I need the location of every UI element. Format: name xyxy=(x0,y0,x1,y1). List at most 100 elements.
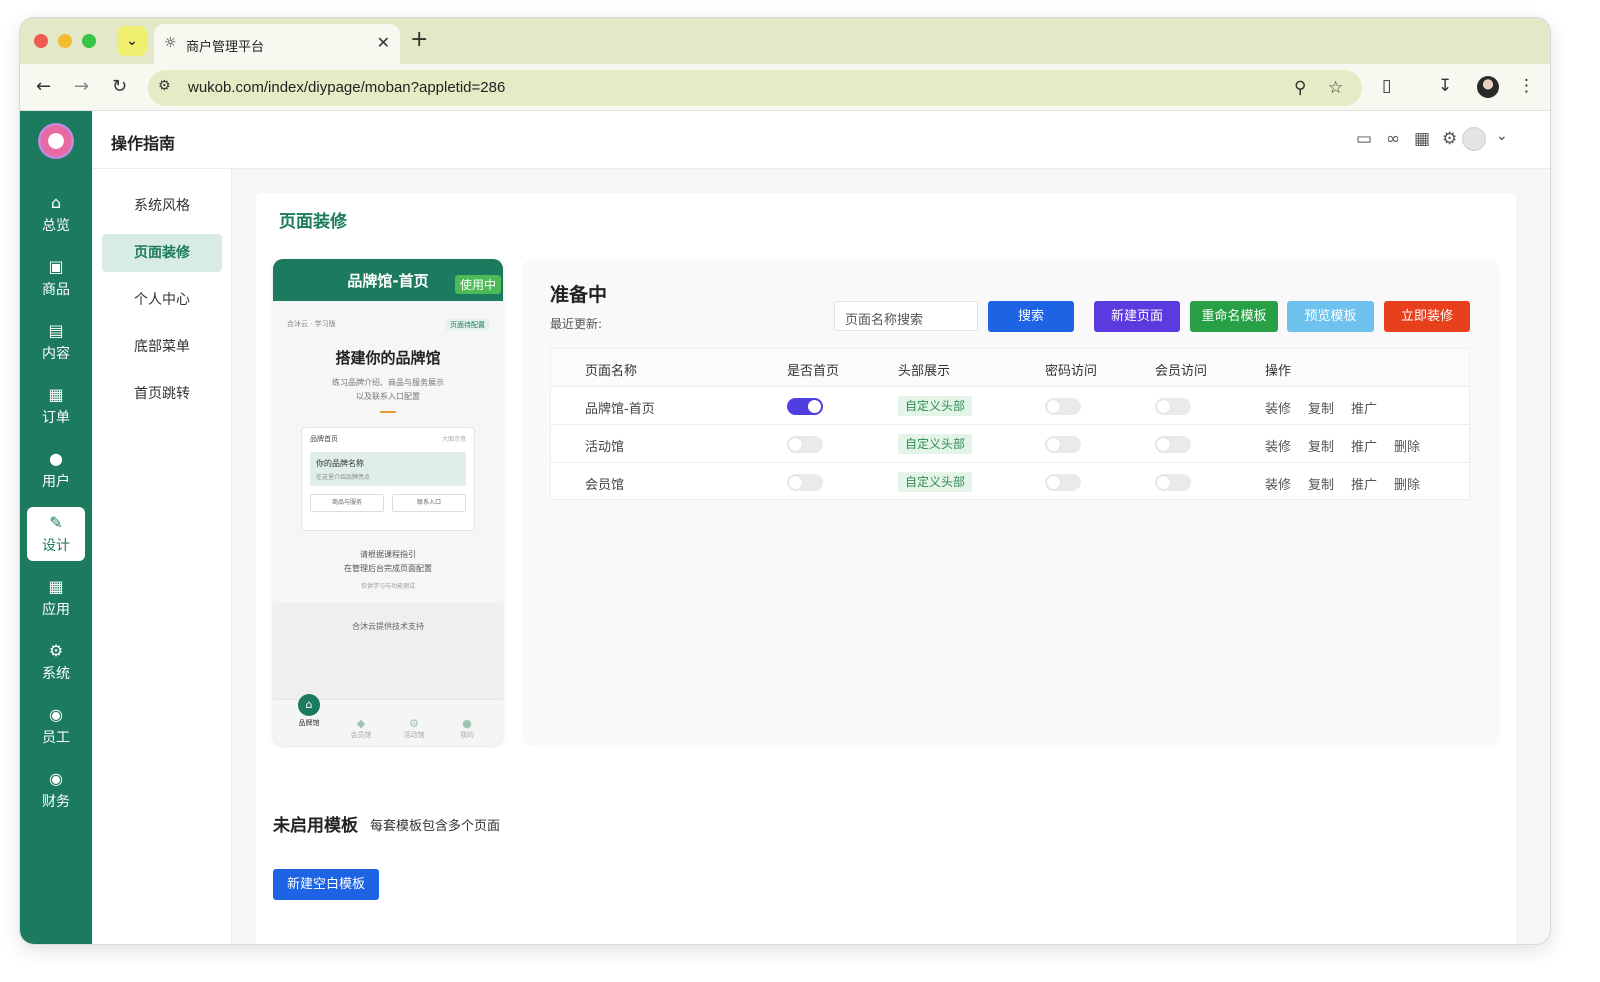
preview-brand-block: 你的品牌名称 在这里介绍品牌亮点 xyxy=(310,452,466,486)
copy-link[interactable]: 复制 xyxy=(1308,398,1334,417)
back-icon[interactable]: ← xyxy=(36,76,51,97)
settings-gear-icon[interactable]: ⚙ xyxy=(1442,129,1457,149)
preview-body: 合沐云 · 学习版 页面待配置 搭建你的品牌馆 练习品牌介绍、商品与服务展示 以… xyxy=(273,301,503,603)
preview-tab-label: 我的 xyxy=(460,731,474,739)
delete-link[interactable]: 删除 xyxy=(1394,436,1420,455)
promote-link[interactable]: 推广 xyxy=(1351,436,1377,455)
download-icon[interactable]: ↧ xyxy=(1438,76,1452,96)
user-icon: ● xyxy=(49,449,63,468)
password-access-toggle[interactable] xyxy=(1045,398,1081,415)
page-name-search-input[interactable]: 页面名称搜索 xyxy=(834,301,978,331)
minimize-window-button[interactable] xyxy=(58,34,72,48)
folder-icon[interactable]: ▭ xyxy=(1356,129,1372,149)
sidebar-item-system[interactable]: ⚙ 系统 xyxy=(27,635,85,689)
member-access-toggle[interactable] xyxy=(1155,436,1191,453)
preview-card-header-right: 大图示意 xyxy=(441,436,466,443)
copy-link[interactable]: 复制 xyxy=(1308,436,1334,455)
apps-grid-icon[interactable]: ▦ xyxy=(1414,129,1430,149)
main-sidebar: ⌂ 总览 ▣ 商品 ▤ 内容 ▦ 订单 ● 用户 ✎ 设计 ▦ 应用 ⚙ 系统 … xyxy=(20,111,92,944)
chevron-down-icon[interactable]: ⌄ xyxy=(1496,128,1508,144)
sidebar-item-staff[interactable]: ◉ 员工 xyxy=(27,699,85,753)
col-member-access: 会员访问 xyxy=(1155,364,1208,379)
preview-desc-1: 练习品牌介绍、商品与服务展示 xyxy=(332,378,444,387)
new-page-button[interactable]: 新建页面 xyxy=(1094,301,1180,332)
menu-dots-icon[interactable]: ⋮ xyxy=(1518,76,1535,96)
copy-link[interactable]: 复制 xyxy=(1308,474,1334,493)
password-access-toggle[interactable] xyxy=(1045,474,1081,491)
header-tag: 自定义头部 xyxy=(898,396,973,416)
preview-tabbar: ⌂ 品牌馆 ◆ 会员馆 ⚙ 活动馆 ● 我的 xyxy=(273,694,503,745)
tab-strip: ⌄ ☼ 商户管理平台 ✕ + xyxy=(20,18,1550,64)
member-access-toggle[interactable] xyxy=(1155,398,1191,415)
sidebar-item-orders[interactable]: ▦ 订单 xyxy=(27,379,85,433)
preview-brand-sub: 在这里介绍品牌亮点 xyxy=(316,474,371,481)
page-guide-title[interactable]: 操作指南 xyxy=(111,130,175,154)
profile-avatar[interactable] xyxy=(1477,76,1499,98)
preview-divider xyxy=(380,411,396,413)
lock-icon: ◉ xyxy=(49,705,63,724)
sidebar-item-apps[interactable]: ▦ 应用 xyxy=(27,571,85,625)
address-bar[interactable]: ⚙ wukob.com/index/diypage/moban?appletid… xyxy=(148,70,1362,106)
browser-toolbar: ← → ↻ ⚙ wukob.com/index/diypage/moban?ap… xyxy=(20,64,1550,111)
preview-tab-label: 品牌馆 xyxy=(298,719,320,727)
unused-templates-subtitle: 每套模板包含多个页面 xyxy=(370,819,501,834)
sidebar-item-content[interactable]: ▤ 内容 xyxy=(27,315,85,369)
maximize-window-button[interactable] xyxy=(82,34,96,48)
zoom-icon[interactable]: ⚲ xyxy=(1294,78,1306,98)
password-access-toggle[interactable] xyxy=(1045,436,1081,453)
sidebar-item-design[interactable]: ✎ 设计 xyxy=(27,507,85,561)
delete-link[interactable]: 删除 xyxy=(1394,474,1420,493)
tab-search-chevron-icon[interactable]: ⌄ xyxy=(117,26,147,56)
sidebar-item-overview[interactable]: ⌂ 总览 xyxy=(27,187,85,241)
promote-link[interactable]: 推广 xyxy=(1351,474,1377,493)
close-window-button[interactable] xyxy=(34,34,48,48)
tab-title: 商户管理平台 xyxy=(186,40,265,55)
decorate-link[interactable]: 装修 xyxy=(1265,398,1291,417)
pages-table: 页面名称 是否首页 头部展示 密码访问 会员访问 操作 品牌馆-首页 自定义头部… xyxy=(550,348,1470,500)
is-home-toggle[interactable] xyxy=(787,436,823,453)
template-panel: 准备中 最近更新: 页面名称搜索 搜索 新建页面 重命名模板 预览模板 立即装修… xyxy=(522,259,1500,747)
template-preview-phone[interactable]: 品牌馆-首页 使用中 合沐云 · 学习版 页面待配置 搭建你的品牌馆 练习品牌介… xyxy=(273,259,503,745)
decorate-link[interactable]: 装修 xyxy=(1265,436,1291,455)
is-home-toggle[interactable] xyxy=(787,398,823,415)
sidebar-item-finance[interactable]: ◉ 财务 xyxy=(27,763,85,817)
col-actions: 操作 xyxy=(1265,364,1292,379)
link-icon[interactable]: ∞ xyxy=(1386,129,1400,149)
is-home-toggle[interactable] xyxy=(787,474,823,491)
in-use-badge: 使用中 xyxy=(454,275,501,294)
preview-crumb: 合沐云 · 学习版 xyxy=(287,320,336,328)
preview-card-header: 品牌首页 xyxy=(310,435,338,443)
sidebar-item-products[interactable]: ▣ 商品 xyxy=(27,251,85,305)
rename-template-button[interactable]: 重命名模板 xyxy=(1190,301,1278,332)
decorate-now-button[interactable]: 立即装修 xyxy=(1384,301,1470,332)
tab-close-icon[interactable]: ✕ xyxy=(377,33,390,52)
new-tab-icon[interactable]: + xyxy=(410,27,428,52)
site-settings-icon[interactable]: ⚙ xyxy=(158,78,171,94)
extensions-icon[interactable]: ▯ xyxy=(1382,76,1391,96)
preview-brand-name: 你的品牌名称 xyxy=(316,459,364,468)
preview-header: 品牌馆-首页 使用中 xyxy=(273,259,503,301)
subnav-item-personal-center[interactable]: 个人中心 xyxy=(102,281,222,319)
preview-tab-activity: ⚙ 活动馆 xyxy=(394,718,434,740)
bookmark-star-icon[interactable]: ☆ xyxy=(1328,78,1343,98)
member-access-toggle[interactable] xyxy=(1155,474,1191,491)
promote-link[interactable]: 推广 xyxy=(1351,398,1377,417)
subnav-item-home-redirect[interactable]: 首页跳转 xyxy=(102,375,222,413)
col-header-display: 头部展示 xyxy=(898,364,951,379)
forward-icon[interactable]: → xyxy=(74,76,89,97)
search-button[interactable]: 搜索 xyxy=(988,301,1074,332)
page-title: 页面装修 xyxy=(279,212,347,232)
subnav-item-system-style[interactable]: 系统风格 xyxy=(102,187,222,225)
preview-tab-mine: ● 我的 xyxy=(447,718,487,740)
sidebar-item-label: 商品 xyxy=(42,282,70,298)
reload-icon[interactable]: ↻ xyxy=(112,76,127,97)
subnav-item-bottom-menu[interactable]: 底部菜单 xyxy=(102,328,222,366)
decorate-link[interactable]: 装修 xyxy=(1265,474,1291,493)
subnav-item-page-decoration[interactable]: 页面装修 xyxy=(102,234,222,272)
preview-template-button[interactable]: 预览模板 xyxy=(1287,301,1374,332)
new-blank-template-button[interactable]: 新建空白模板 xyxy=(273,869,379,900)
sidebar-item-users[interactable]: ● 用户 xyxy=(27,443,85,497)
user-avatar[interactable] xyxy=(1462,127,1486,151)
gear-icon: ⚙ xyxy=(48,641,64,660)
browser-tab[interactable]: ☼ 商户管理平台 ✕ xyxy=(154,24,400,64)
